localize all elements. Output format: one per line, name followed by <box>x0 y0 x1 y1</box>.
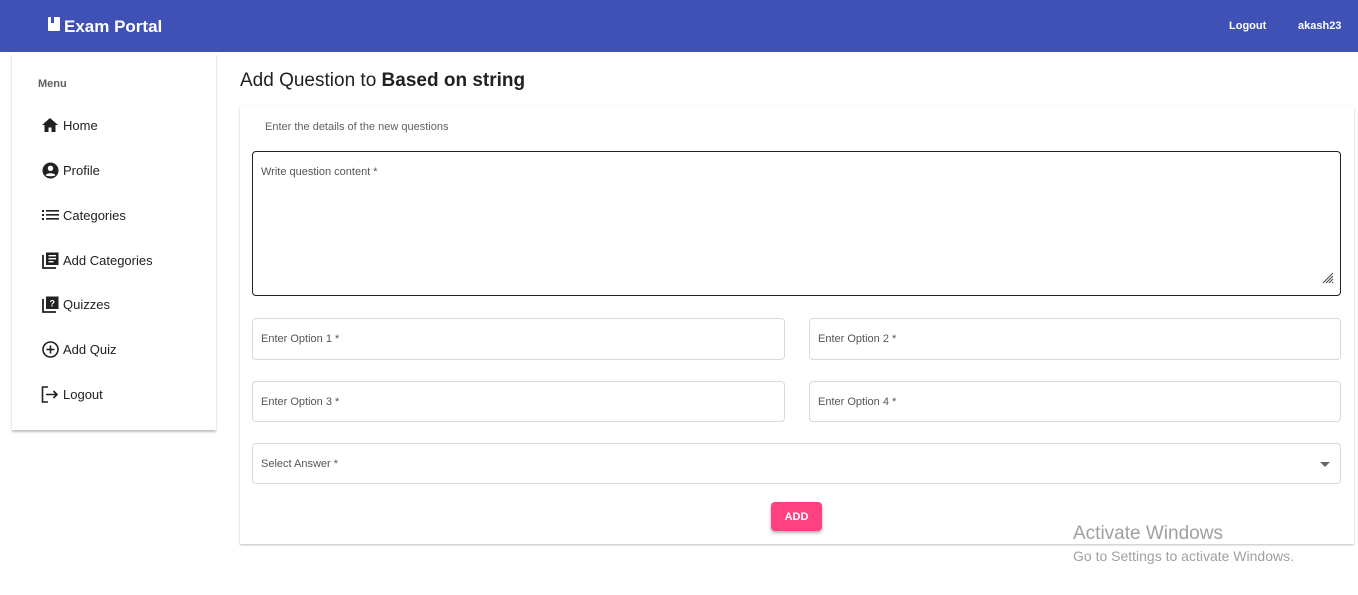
question-form-card: Enter the details of the new questions W… <box>240 106 1354 544</box>
option-2-input[interactable]: Enter Option 2 * <box>809 318 1341 360</box>
home-icon <box>41 116 59 134</box>
quiz-title: Based on string <box>381 70 526 91</box>
page-title-prefix: Add Question to <box>240 70 377 91</box>
option-1-input[interactable]: Enter Option 1 * <box>252 318 785 360</box>
resize-handle-icon[interactable] <box>1322 271 1334 289</box>
sidebar-item-profile[interactable]: Profile <box>41 161 100 179</box>
sidebar-item-add-quiz[interactable]: Add Quiz <box>41 340 116 358</box>
watermark-subtitle: Go to Settings to activate Windows. <box>1073 548 1294 564</box>
sidebar-item-label: Add Categories <box>63 252 153 268</box>
sidebar-item-quizzes[interactable]: ? Quizzes <box>41 295 110 313</box>
add-circle-icon <box>41 340 59 358</box>
sidebar-item-categories[interactable]: Categories <box>41 206 126 224</box>
header-logout-button[interactable]: Logout <box>1229 20 1266 32</box>
sidebar-item-home[interactable]: Home <box>41 116 98 134</box>
sidebar-item-label: Categories <box>63 207 126 223</box>
option-3-label: Enter Option 3 * <box>261 396 340 408</box>
option-1-label: Enter Option 1 * <box>261 333 340 345</box>
answer-select[interactable]: Select Answer * <box>252 443 1341 484</box>
list-icon <box>41 206 59 224</box>
svg-text:?: ? <box>49 298 55 308</box>
top-toolbar: Exam Portal Logout akash23 <box>0 0 1358 52</box>
brand[interactable]: Exam Portal <box>47 16 162 37</box>
brand-title: Exam Portal <box>64 16 163 36</box>
form-subtitle: Enter the details of the new questions <box>265 121 449 133</box>
account-circle-icon <box>41 161 59 179</box>
page-title: Add Question to Based on string <box>240 70 525 92</box>
sidebar-item-label: Profile <box>63 162 100 178</box>
sidebar-item-label: Quizzes <box>63 296 110 312</box>
question-content-label: Write question content * <box>261 166 378 178</box>
book-icon <box>47 16 64 37</box>
sidebar: Menu Home Profile Categories Add Categor… <box>12 53 216 430</box>
quiz-icon: ? <box>41 295 59 313</box>
library-books-icon <box>41 251 59 269</box>
option-4-input[interactable]: Enter Option 4 * <box>809 381 1341 422</box>
sidebar-item-label: Home <box>63 117 98 133</box>
chevron-down-icon[interactable] <box>1320 462 1330 467</box>
username-button[interactable]: akash23 <box>1298 20 1341 32</box>
windows-activation-watermark: Activate Windows Go to Settings to activ… <box>1073 523 1294 564</box>
watermark-title: Activate Windows <box>1073 523 1223 544</box>
sidebar-item-add-categories[interactable]: Add Categories <box>41 251 153 269</box>
answer-select-label: Select Answer * <box>261 458 339 470</box>
option-2-label: Enter Option 2 * <box>818 333 897 345</box>
sidebar-item-logout[interactable]: Logout <box>41 385 103 403</box>
option-4-label: Enter Option 4 * <box>818 396 897 408</box>
add-question-button[interactable]: ADD <box>771 502 822 531</box>
logout-icon <box>41 385 59 403</box>
sidebar-item-label: Add Quiz <box>63 341 117 357</box>
sidebar-item-label: Logout <box>63 386 103 402</box>
option-3-input[interactable]: Enter Option 3 * <box>252 381 785 422</box>
menu-heading: Menu <box>38 78 67 90</box>
question-content-textarea[interactable]: Write question content * <box>252 151 1341 296</box>
